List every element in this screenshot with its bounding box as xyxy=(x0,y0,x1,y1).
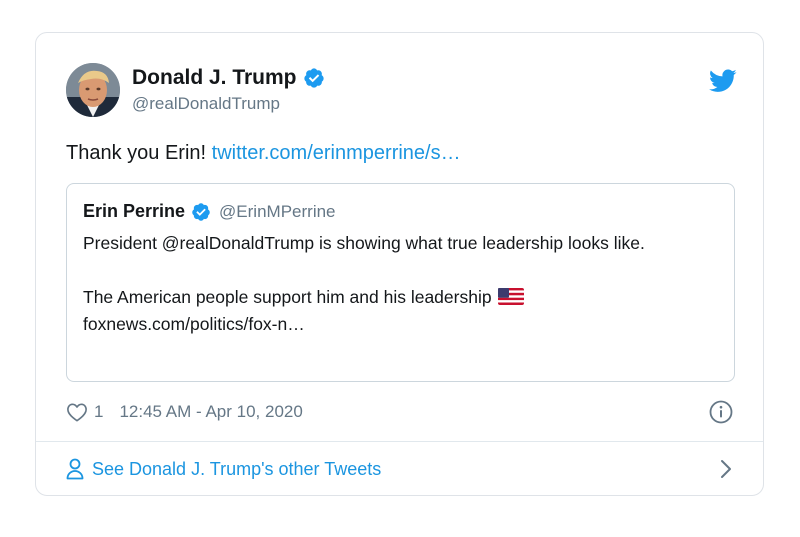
tweet-meta: 1 12:45 AM - Apr 10, 2020 xyxy=(66,399,733,425)
avatar[interactable] xyxy=(66,63,120,117)
quoted-tweet-header: Erin Perrine @ErinMPerrine xyxy=(83,201,336,222)
us-flag-icon xyxy=(497,288,524,305)
verified-badge-icon xyxy=(303,68,324,88)
chevron-right-icon[interactable] xyxy=(719,459,733,479)
verified-badge-icon xyxy=(192,202,210,221)
quoted-tweet-body: President @realDonaldTrump is showing wh… xyxy=(83,230,718,338)
see-other-tweets-label[interactable]: See Donald J. Trump's other Tweets xyxy=(92,459,381,480)
divider xyxy=(36,441,763,442)
heart-icon[interactable] xyxy=(66,402,88,422)
like-count[interactable]: 1 xyxy=(94,402,103,422)
quoted-text-line-1: President @realDonaldTrump is showing wh… xyxy=(83,233,645,253)
twitter-bird-icon[interactable] xyxy=(709,69,737,93)
quoted-author-name[interactable]: Erin Perrine xyxy=(83,201,185,222)
quoted-text-line-2-text: The American people support him and his … xyxy=(83,287,492,307)
author-display-name[interactable]: Donald J. Trump xyxy=(132,65,297,91)
person-icon xyxy=(66,458,84,480)
tweet-timestamp[interactable]: 12:45 AM - Apr 10, 2020 xyxy=(119,402,302,422)
info-icon[interactable] xyxy=(709,400,733,424)
avatar-image xyxy=(66,63,120,117)
tweet-link[interactable]: twitter.com/erinmperrine/s… xyxy=(212,142,461,164)
see-other-tweets-link[interactable]: See Donald J. Trump's other Tweets xyxy=(66,455,733,483)
quoted-text-link[interactable]: foxnews.com/politics/fox-n… xyxy=(83,311,718,338)
tweet-text: Thank you Erin! twitter.com/erinmperrine… xyxy=(66,139,461,167)
tweet-body: Thank you Erin! xyxy=(66,142,207,164)
quoted-text-line-2: The American people support him and his … xyxy=(83,284,718,311)
author-handle[interactable]: @realDonaldTrump xyxy=(132,92,325,116)
tweet-author[interactable]: Donald J. Trump @realDonaldTrump xyxy=(132,65,325,116)
quoted-tweet[interactable]: Erin Perrine @ErinMPerrine President @re… xyxy=(66,183,735,382)
tweet-header: Donald J. Trump @realDonaldTrump xyxy=(66,63,737,123)
tweet-card: Donald J. Trump @realDonaldTrump Thank y… xyxy=(35,32,764,496)
quoted-author-handle[interactable]: @ErinMPerrine xyxy=(219,202,335,222)
